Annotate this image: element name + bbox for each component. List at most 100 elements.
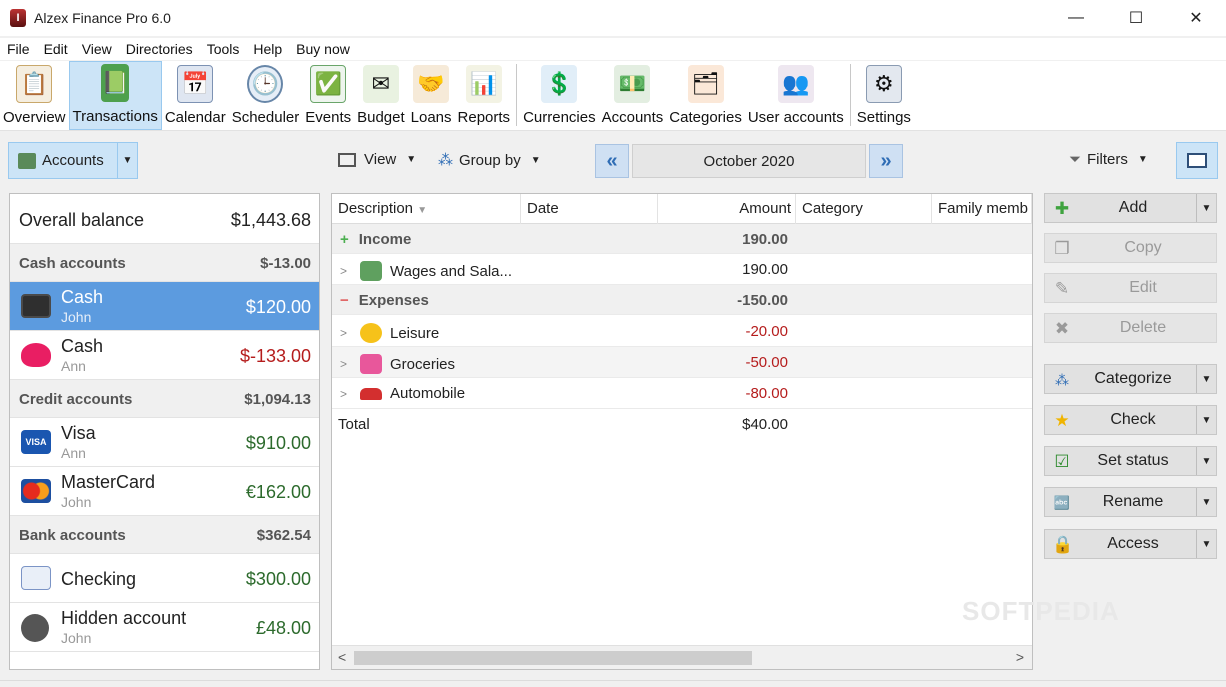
star-icon: ★	[1054, 411, 1070, 430]
spy-icon	[21, 614, 49, 642]
panel-toggle-button[interactable]	[1176, 142, 1218, 179]
menu-tools[interactable]: Tools	[200, 38, 247, 60]
rename-button[interactable]: 🔤 Rename ▼	[1044, 487, 1217, 517]
menu-view[interactable]: View	[75, 38, 119, 60]
column-amount[interactable]: Amount	[658, 194, 796, 224]
categories-icon: 🗂	[687, 65, 724, 103]
group-bank-accounts[interactable]: Bank accounts $362.54	[10, 516, 319, 554]
accounts-panel: Overall balance $1,443.68 Cash accounts …	[9, 193, 320, 670]
table-row[interactable]: > Wages and Sala... 190.00	[332, 254, 1032, 285]
table-row[interactable]: > Automobile -80.00	[332, 378, 1032, 409]
purse-icon	[21, 343, 51, 367]
toolbar-accounts-button[interactable]: 💵 Accounts	[599, 61, 667, 130]
group-row-income[interactable]: + Income 190.00	[332, 224, 1032, 254]
view-button[interactable]: View ▼	[338, 151, 416, 168]
toolbar-budget-button[interactable]: ✉ Budget	[354, 61, 408, 130]
delete-button[interactable]: ✖ Delete	[1044, 313, 1217, 343]
access-button[interactable]: 🔒 Access ▼	[1044, 529, 1217, 559]
table-row[interactable]: > Groceries -50.00	[332, 347, 1032, 378]
menu-edit[interactable]: Edit	[37, 38, 75, 60]
add-button[interactable]: ✚ Add ▼	[1044, 193, 1217, 223]
filter-icon: ⏷	[1069, 151, 1082, 168]
toolbar-user-accounts-button[interactable]: 👥 User accounts	[745, 61, 847, 130]
chevron-right-icon[interactable]: >	[340, 326, 360, 340]
group-credit-accounts[interactable]: Credit accounts $1,094.13	[10, 380, 319, 418]
column-family-member[interactable]: Family memb	[932, 194, 1032, 224]
chevron-down-icon[interactable]: ▼	[117, 143, 137, 178]
toolbar-events-button[interactable]: ✅ Events	[302, 61, 354, 130]
previous-month-button[interactable]: «	[595, 144, 629, 178]
copy-button[interactable]: ❐ Copy	[1044, 233, 1217, 263]
close-button[interactable]: ✕	[1166, 0, 1226, 36]
chevron-down-icon[interactable]: ▼	[1196, 488, 1216, 516]
account-row[interactable]: VISA Visa Ann $910.00	[10, 418, 319, 467]
accounts-panel-button[interactable]: Accounts ▼	[8, 142, 138, 179]
sort-down-icon: ▼	[417, 205, 428, 216]
account-row[interactable]: MasterCard John €162.00	[10, 467, 319, 516]
chevron-right-icon[interactable]: >	[340, 387, 360, 401]
toolbar-overview-button[interactable]: 📋 Overview	[0, 61, 69, 130]
checkbox-icon: ☑	[1054, 452, 1070, 471]
toolbar-separator	[849, 64, 851, 126]
account-row[interactable]: Cash Ann $-133.00	[10, 331, 319, 380]
scroll-left-icon[interactable]: <	[338, 649, 346, 665]
column-category[interactable]: Category	[796, 194, 932, 224]
scroll-thumb[interactable]	[354, 651, 752, 665]
menu-help[interactable]: Help	[246, 38, 289, 60]
group-cash-accounts[interactable]: Cash accounts $-13.00	[10, 244, 319, 282]
column-date[interactable]: Date	[521, 194, 658, 224]
chevron-right-icon[interactable]: >	[340, 264, 360, 278]
mastercard-icon	[21, 479, 51, 503]
chevron-down-icon[interactable]: ▼	[1196, 447, 1216, 475]
rename-icon: 🔤	[1053, 495, 1071, 510]
column-description[interactable]: Description ▼	[332, 194, 521, 224]
group-by-icon: ⁂	[438, 152, 453, 169]
chevron-down-icon[interactable]: ▼	[1196, 530, 1216, 558]
set-status-button[interactable]: ☑ Set status ▼	[1044, 446, 1217, 476]
check-button[interactable]: ★ Check ▼	[1044, 405, 1217, 435]
budget-icon: ✉	[362, 65, 399, 103]
table-row[interactable]: > Leisure -20.00	[332, 316, 1032, 347]
group-by-button[interactable]: ⁂ Group by ▼	[438, 151, 541, 170]
account-row[interactable]: Checking $300.00	[10, 554, 319, 603]
toolbar-transactions-button[interactable]: 📗 Transactions	[68, 61, 162, 130]
overview-icon: 📋	[16, 65, 53, 103]
menu-directories[interactable]: Directories	[119, 38, 200, 60]
loans-icon: 🤝	[413, 65, 450, 103]
title-bar: I Alzex Finance Pro 6.0 — ☐ ✕	[0, 0, 1226, 36]
transactions-grid: Description ▼ Date Amount Category Famil…	[331, 193, 1033, 670]
wallet-icon	[21, 294, 51, 318]
chevron-down-icon: ▼	[1137, 154, 1148, 165]
toolbar-categories-button[interactable]: 🗂 Categories	[666, 61, 745, 130]
accounts-icon: 💵	[614, 65, 651, 103]
categorize-button[interactable]: ⁂ Categorize ▼	[1044, 364, 1217, 394]
lock-icon: 🔒	[1052, 535, 1074, 554]
menu-file[interactable]: File	[0, 38, 37, 60]
toolbar-currencies-button[interactable]: 💲 Currencies	[520, 61, 599, 130]
toolbar-calendar-button[interactable]: 📅 Calendar	[162, 61, 229, 130]
chevron-down-icon[interactable]: ▼	[1196, 365, 1216, 393]
next-month-button[interactable]: »	[869, 144, 903, 178]
chevron-down-icon[interactable]: ▼	[1196, 194, 1216, 222]
transactions-icon: 📗	[101, 64, 130, 102]
edit-button[interactable]: ✎ Edit	[1044, 273, 1217, 303]
toolbar-loans-button[interactable]: 🤝 Loans	[408, 61, 455, 130]
chevron-right-icon[interactable]: >	[340, 357, 360, 371]
menu-buy-now[interactable]: Buy now	[289, 38, 357, 60]
maximize-button[interactable]: ☐	[1106, 0, 1166, 36]
total-row: Total $40.00	[338, 416, 788, 433]
toolbar-reports-button[interactable]: 📊 Reports	[455, 61, 514, 130]
minimize-button[interactable]: —	[1046, 0, 1106, 36]
panel-icon	[1187, 153, 1207, 168]
account-row[interactable]: Cash John $120.00	[10, 282, 319, 331]
chevron-down-icon[interactable]: ▼	[1196, 406, 1216, 434]
overall-balance-row[interactable]: Overall balance $1,443.68	[10, 194, 319, 244]
group-row-expenses[interactable]: − Expenses -150.00	[332, 285, 1032, 315]
toolbar-settings-button[interactable]: ⚙ Settings	[854, 61, 914, 130]
current-month[interactable]: October 2020	[632, 144, 866, 178]
toolbar-scheduler-button[interactable]: 🕒 Scheduler	[229, 61, 303, 130]
filters-button[interactable]: ⏷ Filters ▼	[1069, 151, 1148, 168]
horizontal-scrollbar[interactable]: < >	[332, 645, 1032, 669]
scroll-right-icon[interactable]: >	[1016, 649, 1024, 665]
account-row[interactable]: Hidden account John £48.00	[10, 603, 319, 652]
